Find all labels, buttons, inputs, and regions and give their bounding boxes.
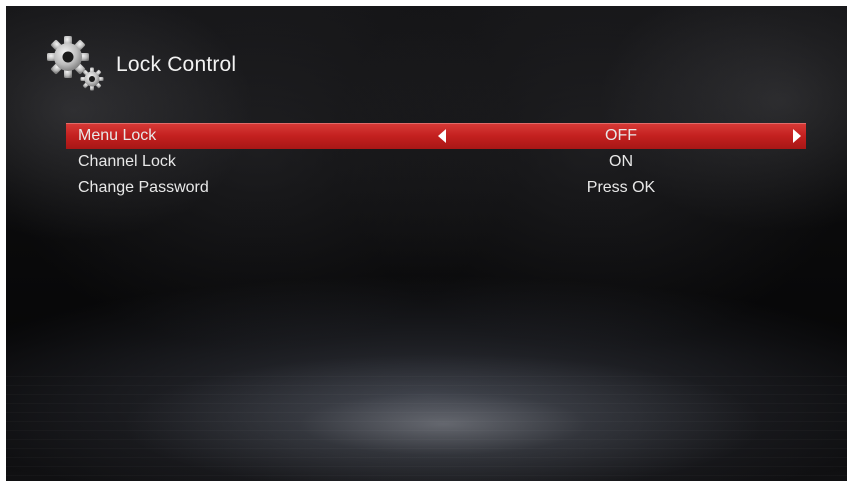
- menu-item-value: Press OK: [586, 179, 656, 196]
- menu-item-label: Menu Lock: [78, 127, 157, 144]
- menu-item-value: ON: [609, 153, 633, 170]
- small-gear-icon: [80, 67, 104, 91]
- menu-item-label: Channel Lock: [78, 153, 176, 170]
- floor-texture: [6, 376, 847, 481]
- tv-screen: Lock Control Menu Lock OFF Channel Lock …: [6, 6, 847, 481]
- menu-item-change-password[interactable]: Change Password Press OK: [66, 175, 806, 201]
- menu-item-channel-lock[interactable]: Channel Lock ON: [66, 149, 806, 175]
- page-title: Lock Control: [116, 53, 237, 76]
- menu-item-value: OFF: [605, 127, 637, 144]
- menu-item-menu-lock[interactable]: Menu Lock OFF: [66, 123, 806, 149]
- page-header: Lock Control: [46, 34, 236, 94]
- settings-gears-icon: [46, 35, 106, 93]
- lock-settings-menu: Menu Lock OFF Channel Lock ON Change Pas…: [66, 123, 806, 201]
- arrow-left-icon[interactable]: [438, 129, 446, 143]
- menu-item-label: Change Password: [78, 179, 209, 196]
- arrow-right-icon[interactable]: [793, 129, 801, 143]
